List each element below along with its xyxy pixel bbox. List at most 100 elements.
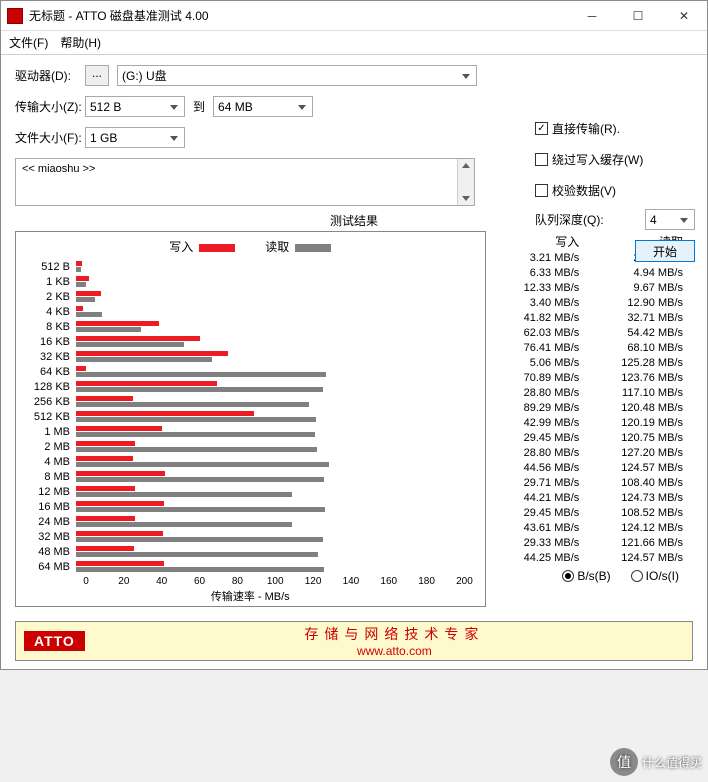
bar-read <box>76 312 102 317</box>
y-tick-label: 32 MB <box>26 531 76 543</box>
file-size-select[interactable]: 1 GB <box>85 127 185 148</box>
y-tick-label: 256 KB <box>26 396 76 408</box>
bar-write <box>76 561 164 566</box>
cell-read: 124.12 MB/s <box>589 522 693 534</box>
cell-write: 5.06 MB/s <box>486 357 590 369</box>
bar-write <box>76 291 101 296</box>
cell-write: 28.80 MB/s <box>486 387 590 399</box>
file-size-label: 文件大小(F): <box>15 129 85 146</box>
radio-bs[interactable]: B/s(B) <box>562 569 610 583</box>
bar-read <box>76 267 81 272</box>
chart-row: 64 MB <box>26 559 475 574</box>
chart-row: 64 KB <box>26 364 475 379</box>
scrollbar[interactable] <box>457 159 474 205</box>
cell-read: 125.28 MB/s <box>589 357 693 369</box>
cell-read: 32.71 MB/s <box>589 312 693 324</box>
bar-read <box>76 552 318 557</box>
cell-read: 121.66 MB/s <box>589 537 693 549</box>
chart-row: 1 KB <box>26 274 475 289</box>
table-row: 5.06 MB/s125.28 MB/s <box>486 355 693 370</box>
y-tick-label: 16 KB <box>26 336 76 348</box>
minimize-button[interactable]: ─ <box>569 1 615 31</box>
y-tick-label: 2 KB <box>26 291 76 303</box>
chart-row: 2 MB <box>26 439 475 454</box>
table-row: 29.71 MB/s108.40 MB/s <box>486 475 693 490</box>
y-tick-label: 128 KB <box>26 381 76 393</box>
radio-ios[interactable]: IO/s(I) <box>631 569 679 583</box>
table-row: 6.33 MB/s4.94 MB/s <box>486 265 693 280</box>
chart-row: 512 B <box>26 259 475 274</box>
cell-write: 29.71 MB/s <box>486 477 590 489</box>
bar-write <box>76 336 200 341</box>
bar-read <box>76 507 325 512</box>
table-row: 28.80 MB/s117.10 MB/s <box>486 385 693 400</box>
results-table: 写入 读取 3.21 MB/s2.52 MB/s6.33 MB/s4.94 MB… <box>486 231 693 607</box>
verify-checkbox[interactable]: 校验数据(V) <box>535 182 695 199</box>
bar-write <box>76 396 133 401</box>
menu-file[interactable]: 文件(F) <box>9 34 48 51</box>
cell-read: 12.90 MB/s <box>589 297 693 309</box>
bar-write <box>76 486 135 491</box>
footer-banner: ATTO 存储与网络技术专家 www.atto.com <box>15 621 693 661</box>
bar-read <box>76 297 95 302</box>
start-button[interactable]: 开始 <box>635 240 695 262</box>
bar-write <box>76 471 165 476</box>
y-tick-label: 48 MB <box>26 546 76 558</box>
drive-select[interactable]: (G:) U盘 <box>117 65 477 86</box>
radio-icon <box>562 570 574 582</box>
cell-read: 117.10 MB/s <box>589 387 693 399</box>
chart-row: 8 KB <box>26 319 475 334</box>
bypass-cache-checkbox[interactable]: 绕过写入缓存(W) <box>535 151 695 168</box>
cell-write: 89.29 MB/s <box>486 402 590 414</box>
cell-write: 28.80 MB/s <box>486 447 590 459</box>
bar-write <box>76 426 162 431</box>
chart-row: 512 KB <box>26 409 475 424</box>
bar-write <box>76 321 159 326</box>
y-tick-label: 24 MB <box>26 516 76 528</box>
bar-read <box>76 282 86 287</box>
x-tick: 140 <box>341 576 361 587</box>
x-tick: 120 <box>303 576 323 587</box>
menu-help[interactable]: 帮助(H) <box>60 34 101 51</box>
drive-label: 驱动器(D): <box>15 67 85 84</box>
y-tick-label: 8 MB <box>26 471 76 483</box>
cell-read: 120.48 MB/s <box>589 402 693 414</box>
maximize-button[interactable]: ☐ <box>615 1 661 31</box>
bar-read <box>76 537 323 542</box>
bar-write <box>76 456 133 461</box>
direct-io-checkbox[interactable]: ✓ 直接传输(R). <box>535 120 695 137</box>
y-tick-label: 32 KB <box>26 351 76 363</box>
to-label: 到 <box>193 98 205 115</box>
drive-browse-button[interactable]: ... <box>85 65 109 86</box>
cell-read: 4.94 MB/s <box>589 267 693 279</box>
y-tick-label: 64 KB <box>26 366 76 378</box>
bar-read <box>76 567 324 572</box>
cell-read: 120.75 MB/s <box>589 432 693 444</box>
cell-read: 120.19 MB/s <box>589 417 693 429</box>
cell-write: 29.45 MB/s <box>486 507 590 519</box>
options-column: ✓ 直接传输(R). 绕过写入缓存(W) 校验数据(V) 队列深度(Q): 4 … <box>535 120 695 262</box>
close-button[interactable]: ✕ <box>661 1 707 31</box>
footer-slogan: 存储与网络技术专家 <box>304 626 484 642</box>
footer-url[interactable]: www.atto.com <box>105 644 684 658</box>
cell-read: 54.42 MB/s <box>589 327 693 339</box>
y-tick-label: 4 KB <box>26 306 76 318</box>
checkbox-icon <box>535 184 548 197</box>
table-row: 42.99 MB/s120.19 MB/s <box>486 415 693 430</box>
size-to-select[interactable]: 64 MB <box>213 96 313 117</box>
titlebar[interactable]: 无标题 - ATTO 磁盘基准测试 4.00 ─ ☐ ✕ <box>1 1 707 31</box>
bar-write <box>76 501 164 506</box>
x-tick: 100 <box>265 576 285 587</box>
chart-row: 32 KB <box>26 349 475 364</box>
cell-write: 44.56 MB/s <box>486 462 590 474</box>
x-tick: 160 <box>379 576 399 587</box>
chart-row: 16 MB <box>26 499 475 514</box>
description-textarea[interactable]: << miaoshu >> <box>15 158 475 206</box>
x-tick: 60 <box>190 576 210 587</box>
cell-write: 12.33 MB/s <box>486 282 590 294</box>
size-from-select[interactable]: 512 B <box>85 96 185 117</box>
cell-read: 124.73 MB/s <box>589 492 693 504</box>
queue-depth-select[interactable]: 4 <box>645 209 695 230</box>
bar-read <box>76 402 309 407</box>
bar-read <box>76 372 326 377</box>
